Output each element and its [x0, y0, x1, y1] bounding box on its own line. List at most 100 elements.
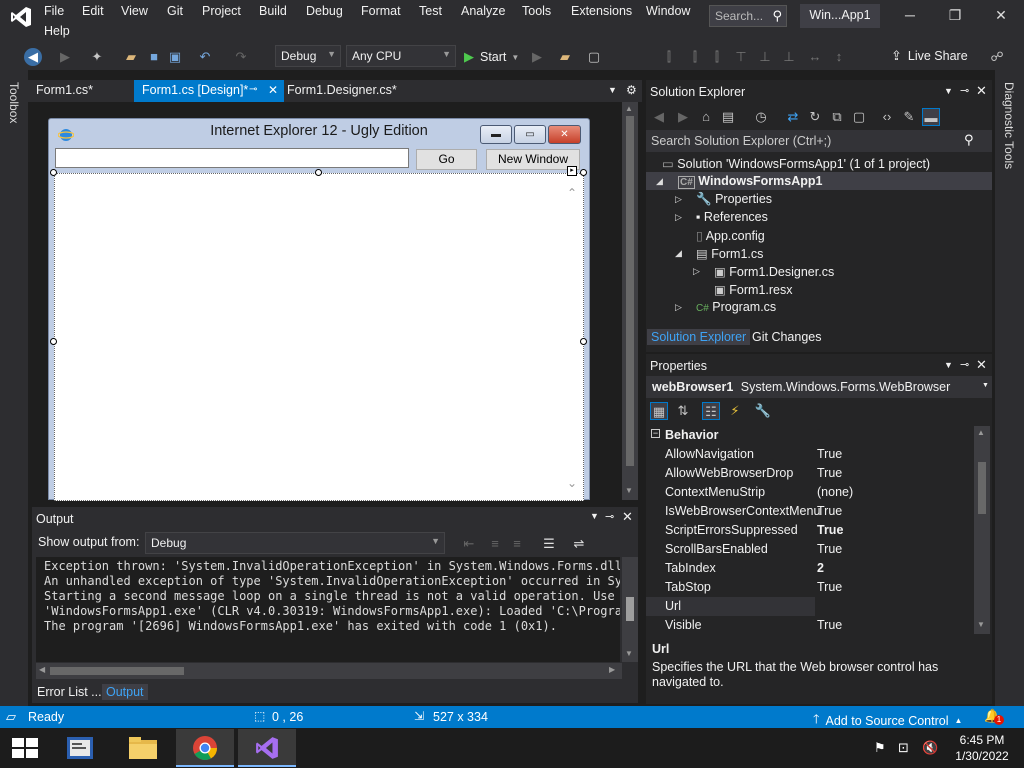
- menu-git[interactable]: Git: [167, 4, 183, 18]
- property-value[interactable]: True: [817, 580, 842, 594]
- tree-item-solution[interactable]: ▭ Solution 'WindowsFormsApp1' (1 of 1 pr…: [662, 156, 930, 171]
- tree-item-properties[interactable]: 🔧 Properties: [696, 192, 772, 207]
- save-all-icon[interactable]: ▣: [166, 48, 184, 66]
- tree-item-form1-cs[interactable]: ▤ Form1.cs: [696, 246, 763, 261]
- collapse-all-icon[interactable]: ⧉: [828, 108, 846, 126]
- output-text[interactable]: Exception thrown: 'System.InvalidOperati…: [36, 557, 620, 662]
- scroll-right-icon[interactable]: ▶: [609, 665, 615, 674]
- app-title[interactable]: Win...App1: [800, 4, 880, 28]
- new-project-icon[interactable]: ✦: [88, 48, 106, 66]
- align-middle-icon[interactable]: ⊥: [756, 48, 774, 66]
- resize-handle[interactable]: [50, 338, 57, 345]
- tab-form1-design[interactable]: Form1.cs [Design]* ⊸ ✕: [134, 80, 284, 102]
- pin-icon[interactable]: ⊸: [960, 84, 969, 97]
- tab-output[interactable]: Output: [102, 684, 148, 700]
- menu-view[interactable]: View: [121, 4, 148, 18]
- properties-object-selector[interactable]: webBrowser1 System.Windows.Forms.WebBrow…: [646, 376, 992, 398]
- taskbar-app-visual-studio[interactable]: [238, 729, 296, 767]
- refresh-icon[interactable]: ↻: [806, 108, 824, 126]
- output-vertical-scrollbar[interactable]: ▼: [622, 557, 638, 662]
- properties-wrench-icon[interactable]: ✎: [900, 108, 918, 126]
- collapse-arrow-icon[interactable]: ▷: [693, 266, 700, 277]
- property-grid-scrollbar[interactable]: ▲ ▼: [974, 426, 990, 634]
- property-row[interactable]: IsWebBrowserContextMenu True: [646, 502, 972, 521]
- tree-item-app-config[interactable]: ▯ App.config: [696, 228, 765, 243]
- panel-menu-icon[interactable]: ▼: [944, 360, 953, 370]
- property-value[interactable]: True: [817, 542, 842, 556]
- volume-muted-icon[interactable]: 🔇: [922, 740, 938, 756]
- pin-icon[interactable]: ⊸: [605, 510, 614, 523]
- tree-item-program-cs[interactable]: C# Program.cs: [696, 300, 776, 314]
- menu-help[interactable]: Help: [44, 24, 70, 38]
- pin-icon[interactable]: ⊸: [960, 358, 969, 371]
- forward-icon[interactable]: ▶: [56, 48, 74, 66]
- configuration-dropdown[interactable]: Debug ▼: [275, 45, 341, 67]
- browse-folder-icon[interactable]: ▰: [556, 48, 574, 66]
- property-row[interactable]: ContextMenuStrip (none): [646, 483, 972, 502]
- save-icon[interactable]: ■: [145, 48, 163, 66]
- alphabetical-icon[interactable]: ⇅: [674, 402, 692, 420]
- resize-handle[interactable]: [315, 169, 322, 176]
- switch-views-icon[interactable]: ▤: [719, 108, 737, 126]
- next-message-icon[interactable]: ≡: [508, 535, 526, 553]
- web-browser-control[interactable]: ⌃ ⌄: [54, 173, 584, 501]
- word-wrap-icon[interactable]: ⇌: [570, 535, 588, 553]
- property-row[interactable]: ScriptErrorsSuppressed True: [646, 521, 972, 540]
- notifications-button[interactable]: 🔔 1: [984, 708, 1004, 725]
- scroll-down-icon[interactable]: ▼: [625, 649, 633, 658]
- pending-changes-icon[interactable]: ◷: [752, 108, 770, 126]
- panel-menu-icon[interactable]: ▼: [590, 511, 599, 521]
- scroll-thumb[interactable]: [50, 667, 184, 675]
- close-icon[interactable]: ✕: [976, 83, 987, 99]
- start-button[interactable]: ▶ Start ▼: [464, 47, 519, 67]
- designer-layout-icon[interactable]: ▢: [585, 48, 603, 66]
- property-value[interactable]: True: [817, 523, 843, 537]
- expand-arrow-icon[interactable]: ◢: [675, 248, 682, 259]
- menu-file[interactable]: File: [44, 4, 64, 18]
- align-top-icon[interactable]: ⊤: [732, 48, 750, 66]
- property-value[interactable]: True: [817, 504, 842, 518]
- form-window[interactable]: Internet Explorer 12 - Ugly Edition ▬ ▭ …: [48, 118, 590, 501]
- clear-all-icon[interactable]: ☰: [540, 535, 558, 553]
- windows-start-icon[interactable]: [12, 738, 38, 758]
- close-icon[interactable]: ✕: [976, 357, 987, 373]
- pin-icon[interactable]: ⊸: [249, 84, 257, 95]
- tree-item-project[interactable]: C# WindowsFormsApp1: [678, 174, 822, 189]
- property-value[interactable]: [815, 597, 972, 616]
- smart-tag-icon[interactable]: ▸: [567, 166, 577, 176]
- align-bottom-icon[interactable]: ⊥: [780, 48, 798, 66]
- prev-message-icon[interactable]: ≡: [486, 535, 504, 553]
- menu-tools[interactable]: Tools: [522, 4, 551, 18]
- scroll-thumb[interactable]: [626, 116, 634, 466]
- property-row[interactable]: Visible True: [646, 616, 972, 634]
- collapse-arrow-icon[interactable]: ▷: [675, 194, 682, 205]
- output-source-dropdown[interactable]: Debug ▼: [145, 532, 445, 554]
- taskbar-app-notepad[interactable]: [52, 729, 110, 767]
- scroll-up-icon[interactable]: ▲: [625, 104, 633, 113]
- clock[interactable]: 6:45 PM 1/30/2022: [952, 733, 1012, 763]
- menu-project[interactable]: Project: [202, 4, 241, 18]
- menu-extensions[interactable]: Extensions: [571, 4, 632, 18]
- scroll-thumb[interactable]: [978, 462, 986, 514]
- network-icon[interactable]: ⊡: [898, 740, 909, 756]
- property-pages-icon[interactable]: 🔧: [754, 402, 772, 420]
- property-value[interactable]: True: [817, 466, 842, 480]
- property-value[interactable]: (none): [817, 485, 853, 499]
- close-icon[interactable]: ✕: [622, 509, 633, 525]
- start-without-debug-icon[interactable]: ▶: [528, 48, 546, 66]
- undo-icon[interactable]: ↶: [196, 48, 214, 66]
- diagnostic-tools-tab[interactable]: Diagnostic Tools: [1002, 82, 1016, 169]
- sync-icon[interactable]: ⇄: [784, 108, 802, 126]
- category-row-behavior[interactable]: − Behavior: [646, 426, 972, 445]
- menu-window[interactable]: Window: [646, 4, 690, 18]
- back-icon[interactable]: ◀: [24, 48, 42, 66]
- property-row[interactable]: ScrollBarsEnabled True: [646, 540, 972, 559]
- scroll-down-icon[interactable]: ▼: [977, 620, 985, 629]
- url-input[interactable]: [55, 148, 409, 168]
- resize-handle[interactable]: [580, 338, 587, 345]
- collapse-category-icon[interactable]: −: [651, 429, 660, 438]
- property-row[interactable]: AllowWebBrowserDrop True: [646, 464, 972, 483]
- tab-error-list[interactable]: Error List ...: [33, 684, 106, 700]
- taskbar-app-chrome[interactable]: [176, 729, 234, 767]
- scroll-thumb[interactable]: [626, 597, 634, 621]
